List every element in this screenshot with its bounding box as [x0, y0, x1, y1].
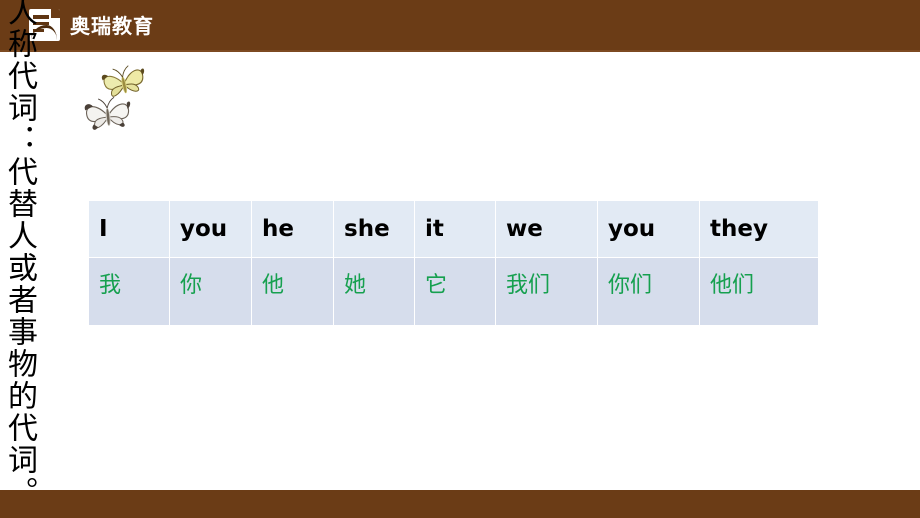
slide-canvas: 奥瑞教育 人称代词：代替人或者事物的代词。 I you he she it we… — [0, 0, 920, 518]
table-cell-chinese-5: 我们 — [495, 257, 598, 326]
table-cell-chinese-6: 你们 — [597, 257, 700, 326]
butterfly-white-icon — [84, 96, 131, 130]
table-row-english: I you he she it we you they — [88, 200, 819, 258]
table-cell-english-5: we — [495, 200, 598, 258]
table-cell-chinese-7: 他们 — [699, 257, 819, 326]
table-cell-chinese-4: 它 — [414, 257, 496, 326]
butterfly-decoration — [82, 62, 158, 138]
top-bar-shade — [0, 50, 920, 52]
table-cell-english-6: you — [597, 200, 700, 258]
logo-corner-fold — [51, 9, 60, 18]
table-cell-english-0: I — [88, 200, 170, 258]
bottom-brand-bar — [0, 490, 920, 518]
table-cell-chinese-3: 她 — [333, 257, 415, 326]
pronoun-table: I you he she it we you they 我 你 他 她 它 我们… — [88, 200, 819, 326]
table-cell-chinese-2: 他 — [251, 257, 334, 326]
table-cell-english-2: he — [251, 200, 334, 258]
top-brand-bar: 奥瑞教育 — [0, 0, 920, 52]
table-cell-chinese-1: 你 — [169, 257, 252, 326]
brand-name: 奥瑞教育 — [70, 14, 154, 38]
table-row-chinese: 我 你 他 她 它 我们 你们 他们 — [88, 257, 819, 326]
table-cell-english-3: she — [333, 200, 415, 258]
table-cell-english-7: they — [699, 200, 819, 258]
table-cell-chinese-0: 我 — [88, 257, 170, 326]
vertical-caption-text: 人称代词：代替人或者事物的代词。 — [2, 0, 37, 508]
table-cell-english-1: you — [169, 200, 252, 258]
butterfly-yellow-icon — [101, 65, 145, 97]
table-cell-english-4: it — [414, 200, 496, 258]
